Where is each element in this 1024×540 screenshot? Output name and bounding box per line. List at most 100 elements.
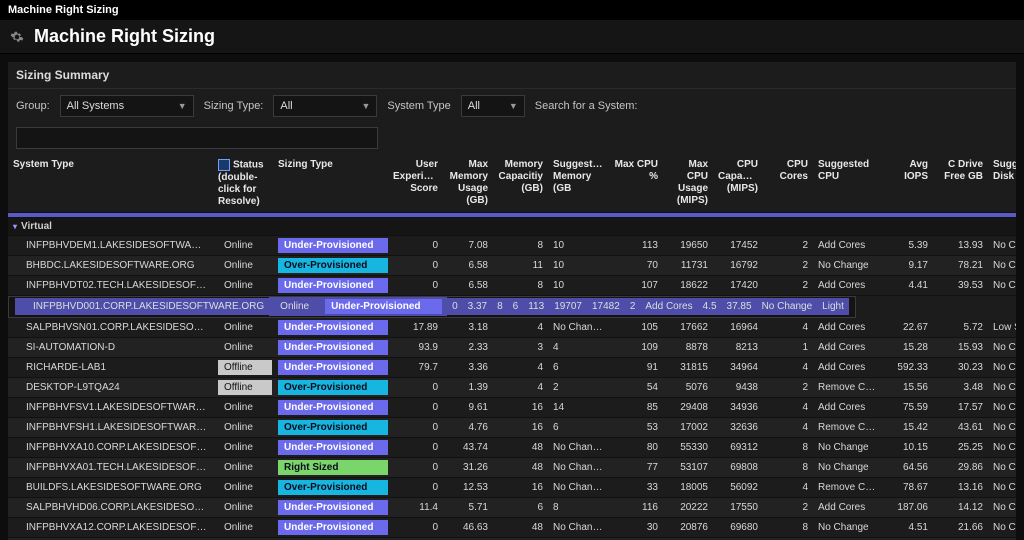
cell-maxmips: 29408 — [663, 397, 713, 417]
filter-bar: Group: All Systems ▼ Sizing Type: All ▼ … — [8, 89, 1016, 155]
system-type-select[interactable]: All ▼ — [461, 95, 525, 117]
cell-sdisk: No Change — [988, 477, 1016, 497]
cell-status[interactable]: Offline — [213, 377, 273, 397]
cell-sugg-cpu: Add Cores — [813, 275, 883, 295]
sizing-type-value: All — [280, 100, 292, 112]
cell-cfree: 13.93 — [933, 235, 988, 255]
cell-cfree: 5.72 — [933, 318, 988, 338]
table-row[interactable]: RICHARDE-LAB1OfflineUnder-Provisioned79.… — [8, 357, 1016, 377]
cell-sizing: Under-Provisioned — [273, 357, 388, 377]
col-max-cpu[interactable]: Max CPU % — [608, 155, 663, 212]
cell-mem: 46.63 — [443, 517, 493, 537]
col-max-mips[interactable]: Max CPU Usage (MIPS) — [663, 155, 713, 212]
cell-cap: 4 — [493, 377, 548, 397]
table-row[interactable]: INFPBHVFSH1.LAKESIDESOFTWARE.ORGOnlineOv… — [8, 417, 1016, 437]
gear-icon[interactable] — [10, 30, 24, 44]
cell-maxmips: 31815 — [663, 357, 713, 377]
cell-status[interactable]: Online — [213, 497, 273, 517]
cell-status[interactable]: Offline — [213, 357, 273, 377]
cell-maxcpu: 113 — [523, 298, 549, 316]
col-iops[interactable]: Avg IOPS — [883, 155, 933, 212]
table-row[interactable]: INFPBHVXA10.CORP.LAKESIDESOFTWARE.ORGOnl… — [8, 437, 1016, 457]
cell-cfree: 30.23 — [933, 357, 988, 377]
table-row[interactable]: SI-AUTOMATION-DOnlineUnder-Provisioned93… — [8, 337, 1016, 357]
cell-maxcpu: 77 — [608, 457, 663, 477]
col-sugg-mem[interactable]: Suggested Memory (GB — [548, 155, 608, 212]
cell-maxmips: 20876 — [663, 517, 713, 537]
col-c-free[interactable]: C Drive Free GB — [933, 155, 988, 212]
cell-iops: 5.39 — [883, 235, 933, 255]
table-row[interactable]: INFPBHVDEM1.LAKESIDESOFTWARE.ORGOnlineUn… — [8, 235, 1016, 255]
table-row[interactable]: INFPBHVDT02.TECH.LAKESIDESOFTWARE.ORGOnl… — [8, 275, 1016, 295]
group-select[interactable]: All Systems ▼ — [60, 95, 194, 117]
cell-sugg-mem: No Change — [548, 517, 608, 537]
status-online: Online — [218, 238, 259, 253]
cell-sdisk: No Change — [988, 337, 1016, 357]
cell-maxmips: 53107 — [663, 457, 713, 477]
cell-sugg-mem: 4 — [548, 337, 608, 357]
cell-status[interactable]: Online — [213, 235, 273, 255]
search-input[interactable] — [16, 127, 378, 149]
cell-mem: 12.53 — [443, 477, 493, 497]
cell-sugg-mem: 10 — [548, 275, 608, 295]
status-offline: Offline — [218, 360, 272, 375]
cell-status[interactable]: Online — [213, 318, 273, 338]
col-cpu-cap[interactable]: CPU Capacity (MIPS) — [713, 155, 763, 212]
col-sugg-disk[interactable]: Suggested Disk — [988, 155, 1016, 212]
col-ux-score[interactable]: User Experience Score — [388, 155, 443, 212]
table-row[interactable]: DESKTOP-L9TQA24OfflineOver-Provisioned01… — [8, 377, 1016, 397]
cell-cores: 2 — [763, 377, 813, 397]
cell-status[interactable]: Online — [213, 275, 273, 295]
cell-status[interactable]: Online — [213, 417, 273, 437]
cell-mem: 9.61 — [443, 397, 493, 417]
group-row-virtual[interactable]: ▾Virtual — [8, 217, 1016, 235]
sizing-type-select[interactable]: All ▼ — [273, 95, 377, 117]
cell-cfree: 17.57 — [933, 397, 988, 417]
sizing-table-scroll[interactable]: System Type Status (double-click for Res… — [8, 155, 1016, 540]
cell-status[interactable]: Online — [213, 337, 273, 357]
sizing-pill: Over-Provisioned — [278, 380, 388, 395]
cell-status[interactable]: Online — [213, 457, 273, 477]
cell-sugg-cpu: Remove Cores — [813, 417, 883, 437]
cell-system: INFPBHVFSH1.LAKESIDESOFTWARE.ORG — [8, 417, 213, 437]
col-max-mem[interactable]: Max Memory Usage (GB) — [443, 155, 493, 212]
table-row[interactable]: BUILDFS.LAKESIDESOFTWARE.ORGOnlineOver-P… — [8, 477, 1016, 497]
col-system-type[interactable]: System Type — [8, 155, 213, 212]
cell-status[interactable]: Online — [213, 517, 273, 537]
status-checkbox[interactable] — [218, 159, 230, 171]
col-sugg-cpu[interactable]: Suggested CPU — [813, 155, 883, 212]
cell-status[interactable]: Online — [213, 437, 273, 457]
col-sizing-type[interactable]: Sizing Type — [273, 155, 388, 212]
cell-status[interactable]: Online — [269, 297, 320, 317]
cell-cfree: 3.48 — [933, 377, 988, 397]
cell-cfree: 78.21 — [933, 255, 988, 275]
table-row[interactable]: INFPBHVXA12.CORP.LAKESIDESOFTWARE.ORGOnl… — [8, 517, 1016, 537]
cell-cores: 4 — [763, 357, 813, 377]
cell-ux: 0 — [447, 298, 463, 316]
cell-cap: 8 — [493, 275, 548, 295]
sizing-pill: Under-Provisioned — [278, 238, 388, 253]
chevron-down-icon: ▼ — [178, 101, 187, 111]
table-row[interactable]: SALPBHVSN01.CORP.LAKESIDESOFTWARE.ORGOnl… — [8, 318, 1016, 338]
cell-status[interactable]: Online — [213, 255, 273, 275]
cell-ux: 0 — [388, 255, 443, 275]
cell-cores: 2 — [763, 275, 813, 295]
col-mem-cap[interactable]: Memory Capacitiy (GB) — [493, 155, 548, 212]
cell-cpucap: 69808 — [713, 457, 763, 477]
col-status[interactable]: Status (double-click for Resolve) — [213, 155, 273, 212]
cell-gfx: Light — [817, 298, 849, 316]
table-row[interactable]: INFPBHVD001.CORP.LAKESIDESOFTWARE.ORGOnl… — [8, 296, 856, 318]
cell-maxmips: 18622 — [663, 275, 713, 295]
table-row[interactable]: INFPBHVXA01.TECH.LAKESIDESOFTWARE.ORGOnl… — [8, 457, 1016, 477]
table-row[interactable]: INFPBHVFSV1.LAKESIDESOFTWARE.ORGOnlineUn… — [8, 397, 1016, 417]
cell-cpucap: 16792 — [713, 255, 763, 275]
cell-status[interactable]: Online — [213, 397, 273, 417]
table-row[interactable]: BHBDC.LAKESIDESOFTWARE.ORGOnlineOver-Pro… — [8, 255, 1016, 275]
cell-ux: 0 — [388, 457, 443, 477]
cell-sugg-mem: 6 — [548, 417, 608, 437]
cell-cores: 4 — [763, 318, 813, 338]
table-row[interactable]: SALPBHVHD06.CORP.LAKESIDESOFTWARE.ORGOnl… — [8, 497, 1016, 517]
cell-status[interactable]: Online — [213, 477, 273, 497]
col-cores[interactable]: CPU Cores — [763, 155, 813, 212]
cell-cap: 3 — [493, 337, 548, 357]
